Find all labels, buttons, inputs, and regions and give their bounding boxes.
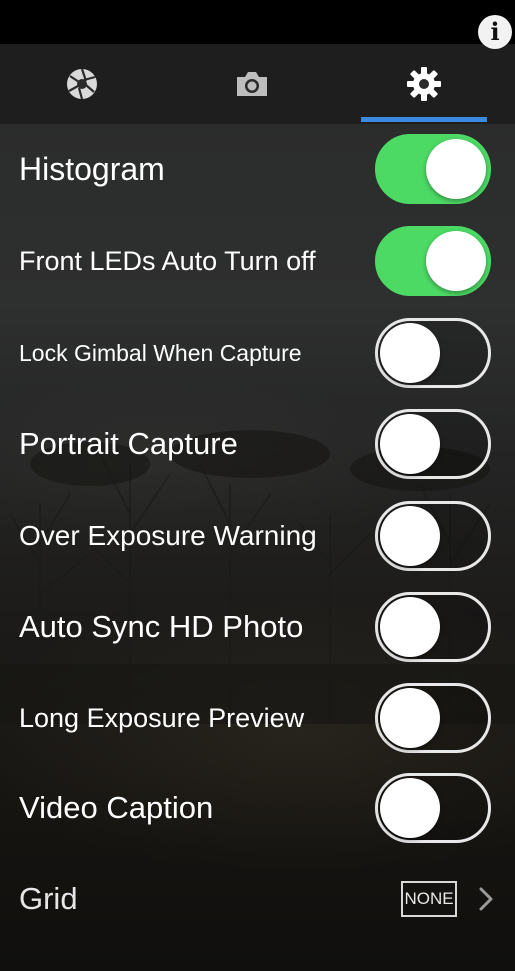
histogram-toggle[interactable] <box>375 134 491 204</box>
toggle-knob <box>380 778 440 838</box>
setting-label: Over Exposure Warning <box>19 520 317 551</box>
video-caption-toggle[interactable] <box>375 773 491 843</box>
camera-icon <box>237 72 267 96</box>
over-exposure-warning-toggle[interactable] <box>375 501 491 571</box>
lock-gimbal-toggle[interactable] <box>375 318 491 388</box>
toggle-knob <box>380 688 440 748</box>
setting-label: Portrait Capture <box>19 426 238 461</box>
status-bar-area <box>0 0 515 44</box>
setting-row-histogram: Histogram <box>0 123 515 215</box>
gear-icon <box>407 67 441 101</box>
tab-aperture[interactable] <box>19 44 145 124</box>
toggle-knob <box>380 597 440 657</box>
toggle-knob <box>426 231 486 291</box>
setting-row-front-leds: Front LEDs Auto Turn off <box>0 215 515 307</box>
tab-camera[interactable] <box>189 44 315 124</box>
setting-row-lock-gimbal: Lock Gimbal When Capture <box>0 307 515 399</box>
setting-label: Histogram <box>19 151 165 187</box>
camera-settings-screen: i Histogram Front LEDs Auto Turn off Loc… <box>0 0 515 971</box>
long-exposure-preview-toggle[interactable] <box>375 683 491 753</box>
front-leds-auto-off-toggle[interactable] <box>375 226 491 296</box>
setting-row-auto-sync: Auto Sync HD Photo <box>0 581 515 673</box>
toggle-knob <box>380 323 440 383</box>
grid-label: Grid <box>19 881 78 916</box>
setting-label: Video Caption <box>19 790 214 825</box>
setting-row-over-exposure: Over Exposure Warning <box>0 490 515 582</box>
setting-label: Lock Gimbal When Capture <box>19 340 302 366</box>
toggle-knob <box>380 506 440 566</box>
setting-label: Front LEDs Auto Turn off <box>19 246 316 276</box>
toggle-knob <box>426 139 486 199</box>
setting-row-video-caption: Video Caption <box>0 762 515 854</box>
settings-tab-bar <box>0 44 515 124</box>
setting-row-long-exposure: Long Exposure Preview <box>0 672 515 764</box>
selected-tab-indicator <box>361 117 487 122</box>
auto-sync-hd-photo-toggle[interactable] <box>375 592 491 662</box>
setting-label: Auto Sync HD Photo <box>19 609 304 644</box>
grid-value-badge: NONE <box>401 881 457 917</box>
toggle-knob <box>380 414 440 474</box>
info-icon[interactable]: i <box>478 15 512 49</box>
setting-label: Long Exposure Preview <box>19 703 305 733</box>
setting-row-portrait-capture: Portrait Capture <box>0 398 515 490</box>
tab-settings[interactable] <box>361 44 487 124</box>
chevron-right-icon <box>479 887 493 911</box>
portrait-capture-toggle[interactable] <box>375 409 491 479</box>
setting-row-grid[interactable]: Grid NONE <box>0 853 515 945</box>
aperture-icon <box>67 68 97 100</box>
